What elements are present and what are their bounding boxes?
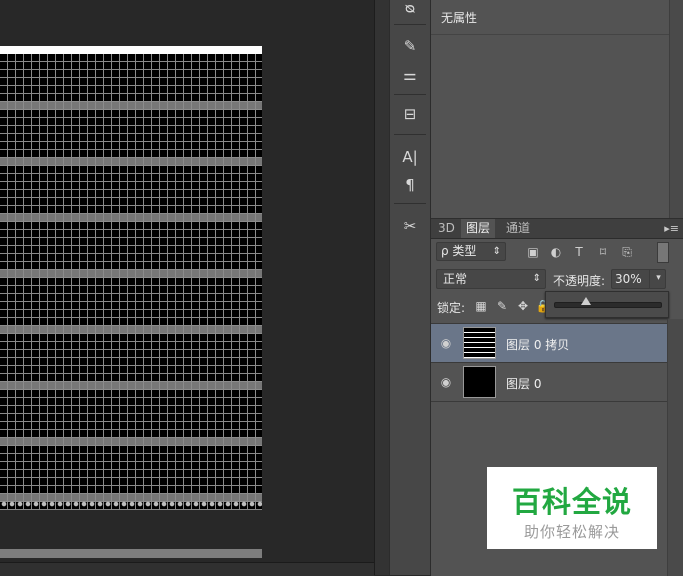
layer-thumbnail [463,366,496,398]
grid-stripe [0,437,262,446]
layer-name: 图层 0 拷贝 [506,338,570,352]
visibility-eye-icon[interactable]: ◉ [438,374,454,390]
opacity-slider-thumb[interactable] [580,297,591,305]
blend-mode-value: 正常 [443,272,468,286]
layer-name: 图层 0 [506,377,542,391]
properties-title: 无属性 [441,11,478,25]
clone-source-icon[interactable]: ⊟ [398,102,422,126]
history-brush-icon[interactable]: ᴓ [398,0,422,20]
opacity-label: 不透明度: [553,274,606,288]
grid-stripe [0,325,262,334]
layer-row[interactable]: ◉ 图层 0 [431,362,667,402]
panel-menu-icon[interactable]: ▸≡ [664,222,679,235]
layer-thumbnail [463,327,496,359]
chevron-updown-icon: ⇕ [532,273,541,284]
adjustment-filter-icon[interactable]: ◐ [548,244,564,260]
smart-object-filter-icon[interactable]: ⎘ [619,244,635,260]
lock-label: 锁定: [437,301,466,315]
layer-filter-dropdown[interactable]: ρ 类型 ⇕ [436,242,506,261]
paragraph-icon[interactable]: ¶ [398,173,422,197]
properties-body [431,35,669,218]
opacity-dropdown-arrow-icon[interactable]: ▾ [649,269,667,289]
tab-layers[interactable]: 图层 [461,219,496,238]
filter-toggle-switch[interactable] [657,242,669,263]
opacity-slider-popup [545,291,669,318]
canvas-vertical-scrollbar[interactable] [374,0,389,575]
tool-presets-icon[interactable]: ✂ [398,214,422,238]
opacity-slider-track[interactable] [554,302,662,308]
document-canvas-area[interactable] [0,0,374,576]
properties-header: 无属性 [431,0,669,35]
tab-3d[interactable]: 3D [433,219,460,238]
character-icon[interactable]: A| [398,145,422,169]
tab-channels[interactable]: 通道 [501,219,535,238]
layer-row[interactable]: ◉ 图层 0 拷贝 [431,323,667,362]
grid-stripe [0,213,262,222]
shape-filter-icon[interactable]: ⌑ [595,244,611,260]
blend-mode-dropdown[interactable]: 正常 ⇕ [436,269,546,289]
dock-separator [394,134,426,135]
document-top-white-bar [0,46,262,54]
properties-scrollbar[interactable] [669,0,683,218]
watermark-subtitle: 助你轻松解决 [523,523,620,541]
properties-panel: 无属性 [431,0,683,218]
dock-separator [394,203,426,204]
lock-transparent-pixels-icon[interactable]: ▦ [473,298,489,314]
panel-dock-strip: ᴓ ✎ ⚌ ⊟ A| ¶ ✂ [389,0,431,575]
grid-stripe [0,549,262,558]
lock-position-icon[interactable]: ✥ [515,298,531,314]
document-bottom-dot-row [0,500,262,508]
type-filter-icon[interactable]: T [571,244,587,260]
layers-scrollbar[interactable] [667,319,683,576]
grid-stripe [0,269,262,278]
opacity-value: 30% [615,272,642,286]
watermark-logo: 百科全说 助你轻松解决 [487,467,657,549]
chevron-updown-icon: ⇕ [492,246,501,257]
dock-separator [394,94,426,95]
adjust-sliders-icon[interactable]: ⚌ [398,63,422,87]
canvas-horizontal-scrollbar[interactable] [0,562,374,576]
visibility-eye-icon[interactable]: ◉ [438,335,454,351]
lock-image-pixels-icon[interactable]: ✎ [494,298,510,314]
dock-separator [394,24,426,25]
image-filter-icon[interactable]: ▣ [525,244,541,260]
watermark-title: 百科全说 [511,485,632,519]
filter-kind-label: ρ 类型 [441,244,477,258]
brush-presets-icon[interactable]: ✎ [398,34,422,58]
panel-tab-bar: 3D 图层 通道 ▸≡ [431,219,683,239]
grid-stripe [0,157,262,166]
grid-stripe [0,101,262,110]
grid-stripe [0,381,262,390]
